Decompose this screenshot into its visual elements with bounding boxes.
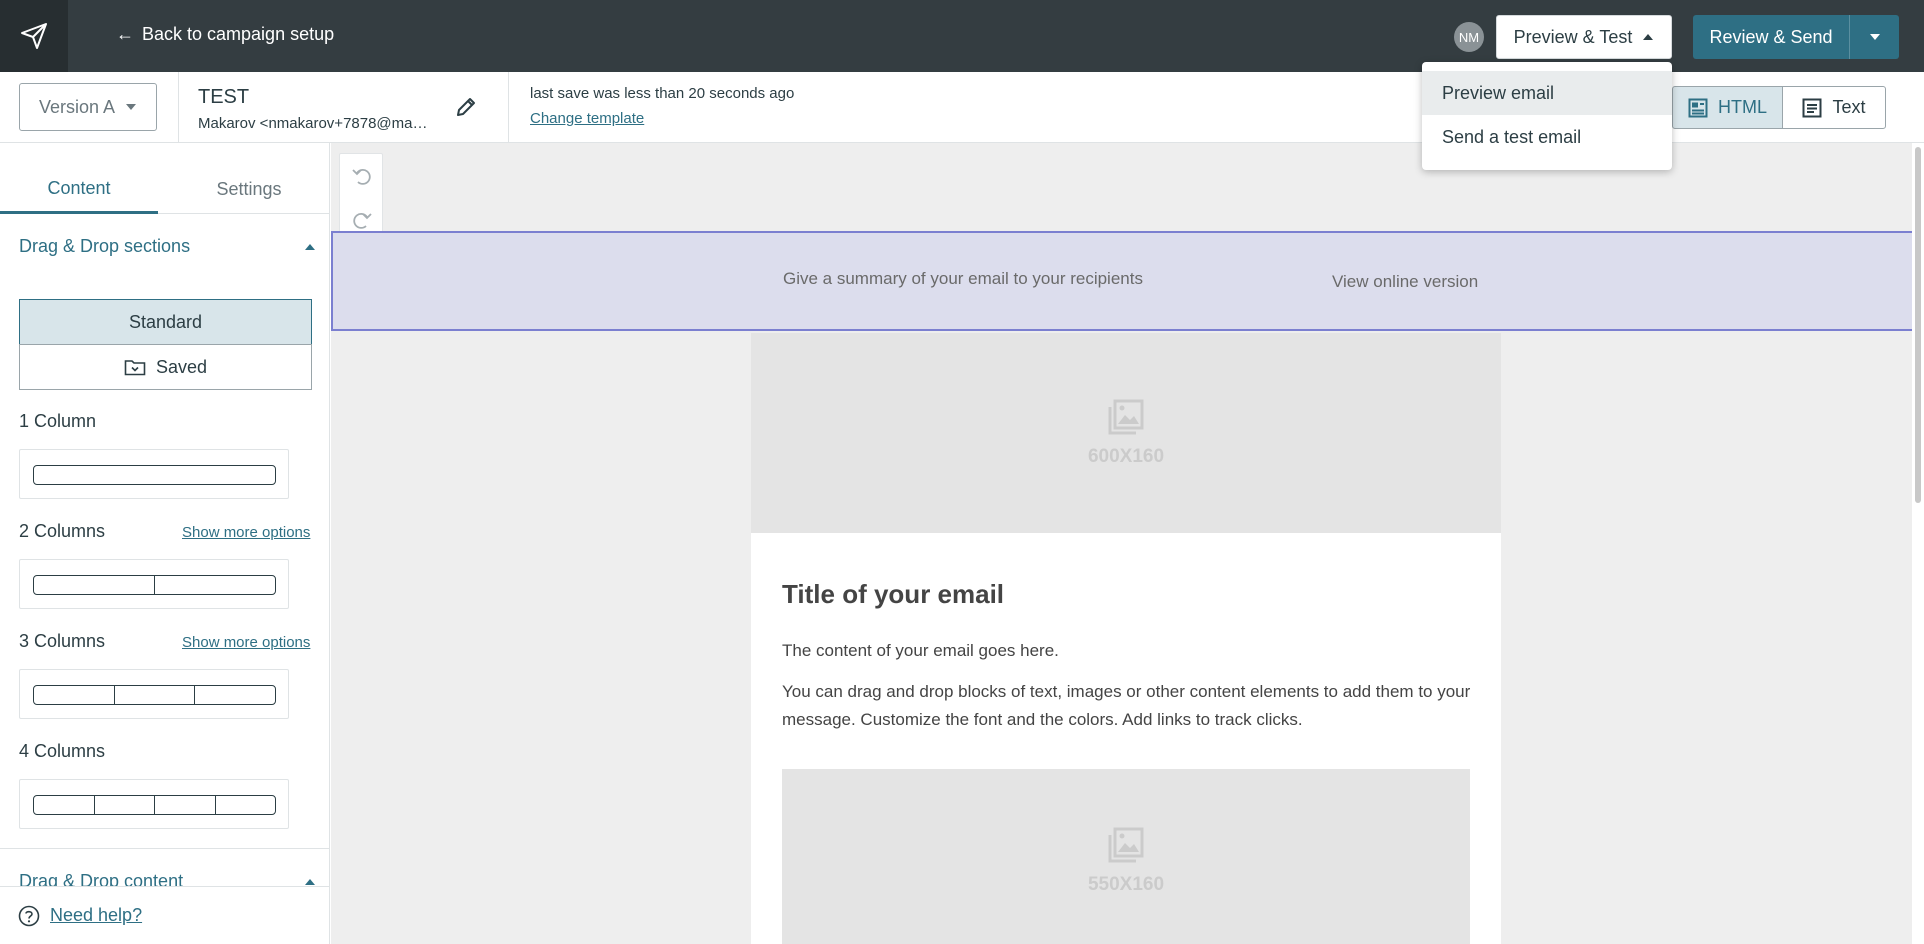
sidebar-tabs: Content Settings xyxy=(0,165,329,214)
preview-email-menu-item[interactable]: Preview email xyxy=(1422,71,1672,115)
html-format-button[interactable]: HTML xyxy=(1672,86,1783,129)
content-image-placeholder[interactable]: 550X160 xyxy=(782,769,1470,944)
preheader-summary-text[interactable]: Give a summary of your email to your rec… xyxy=(783,269,1143,289)
preview-test-menu: Preview email Send a test email xyxy=(1422,62,1672,170)
column-layout-preview xyxy=(33,685,276,705)
undo-icon[interactable] xyxy=(350,164,374,188)
folder-icon xyxy=(124,360,146,376)
drag-drop-sections-header[interactable]: Drag & Drop sections xyxy=(19,236,316,257)
standard-sections-toggle[interactable]: Standard xyxy=(19,299,312,345)
need-help-link[interactable]: Need help? xyxy=(50,905,142,926)
save-status: last save was less than 20 seconds ago xyxy=(530,85,795,102)
text-document-icon xyxy=(1802,98,1822,117)
divider xyxy=(0,848,329,849)
two-columns-more-options-link[interactable]: Show more options xyxy=(182,524,310,541)
one-column-label: 1 Column xyxy=(19,411,97,431)
email-paragraph[interactable]: You can drag and drop blocks of text, im… xyxy=(782,678,1472,734)
scrollbar-thumb[interactable] xyxy=(1915,147,1921,503)
view-online-version-link[interactable]: View online version xyxy=(1332,272,1478,292)
divider xyxy=(508,72,509,143)
caret-up-icon xyxy=(305,878,315,885)
tab-content[interactable]: Content xyxy=(0,165,158,214)
app-logo[interactable] xyxy=(0,0,68,72)
three-columns-more-options-link[interactable]: Show more options xyxy=(182,634,310,651)
html-layout-icon xyxy=(1688,98,1708,117)
four-columns-label: 4 Columns xyxy=(19,741,106,761)
paper-plane-icon xyxy=(21,23,47,49)
saved-sections-toggle[interactable]: Saved xyxy=(19,344,312,390)
campaign-sender: Makarov <nmakarov+7878@mailinator.com> xyxy=(198,115,430,132)
editor-sidebar: Content Settings Drag & Drop sections St… xyxy=(0,143,330,944)
hero-image-size-label: 600X160 xyxy=(1087,446,1165,467)
email-paragraph[interactable]: The content of your email goes here. xyxy=(782,641,1059,661)
send-test-email-menu-item[interactable]: Send a test email xyxy=(1422,115,1672,159)
email-editor-canvas: Give a summary of your email to your rec… xyxy=(331,143,1924,944)
change-template-link[interactable]: Change template xyxy=(530,110,644,127)
back-link-label: Back to campaign setup xyxy=(142,24,335,44)
image-icon xyxy=(1108,827,1144,863)
four-columns-section-block[interactable] xyxy=(19,779,289,829)
hero-image-placeholder[interactable]: 600X160 xyxy=(751,333,1501,533)
review-send-button[interactable]: Review & Send xyxy=(1693,15,1849,59)
caret-up-icon xyxy=(305,243,315,250)
text-format-button[interactable]: Text xyxy=(1782,86,1886,129)
campaign-name: TEST xyxy=(198,86,250,108)
drag-drop-sections-label: Drag & Drop sections xyxy=(19,236,191,256)
arrow-left-icon: ← xyxy=(116,24,134,44)
two-columns-label: 2 Columns xyxy=(19,521,106,541)
help-bar: Need help? xyxy=(0,886,329,944)
one-column-section-block[interactable] xyxy=(19,449,289,499)
canvas-scrollbar[interactable] xyxy=(1912,143,1924,944)
caret-down-icon xyxy=(126,104,137,110)
tab-settings[interactable]: Settings xyxy=(170,165,328,214)
preheader-section[interactable]: Give a summary of your email to your rec… xyxy=(331,231,1917,331)
text-format-label: Text xyxy=(1832,97,1866,117)
column-layout-preview xyxy=(33,575,276,595)
back-to-campaign-setup-link[interactable]: ← Back to campaign setup xyxy=(116,24,334,45)
redo-icon[interactable] xyxy=(350,208,374,232)
image-icon xyxy=(1108,399,1144,435)
help-circle-icon xyxy=(18,905,40,926)
edit-pencil-icon[interactable] xyxy=(453,94,479,120)
two-columns-section-block[interactable] xyxy=(19,559,289,609)
avatar[interactable]: NM xyxy=(1454,22,1484,52)
three-columns-section-block[interactable] xyxy=(19,669,289,719)
version-selector[interactable]: Version A xyxy=(19,83,157,131)
version-label: Version A xyxy=(38,96,116,117)
email-body: 600X160 Title of your email The content … xyxy=(751,333,1501,944)
column-layout-preview xyxy=(33,795,276,815)
html-format-label: HTML xyxy=(1718,97,1767,117)
divider xyxy=(178,72,179,143)
three-columns-label: 3 Columns xyxy=(19,631,106,651)
saved-sections-label: Saved xyxy=(155,356,208,377)
email-title[interactable]: Title of your email xyxy=(782,579,1004,610)
review-send-menu-button[interactable] xyxy=(1849,15,1899,59)
caret-down-icon xyxy=(1869,34,1880,40)
preview-test-button[interactable]: Preview & Test xyxy=(1496,15,1672,59)
caret-up-icon xyxy=(1643,34,1654,40)
content-image-size-label: 550X160 xyxy=(1087,874,1165,895)
history-controls xyxy=(339,153,383,243)
preview-test-label: Preview & Test xyxy=(1513,26,1633,47)
column-layout-preview xyxy=(33,465,276,485)
